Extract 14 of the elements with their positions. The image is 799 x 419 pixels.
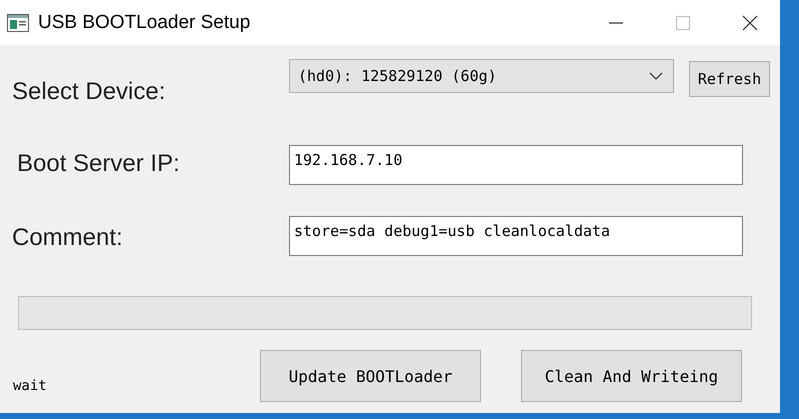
close-icon[interactable] — [742, 14, 758, 30]
caret-icon — [649, 72, 663, 80]
field-label: Boot Server IP: — [17, 149, 181, 178]
input-field[interactable]: 192.168.7.10 — [289, 145, 743, 185]
app-window-icon — [7, 14, 29, 32]
device-dropdown[interactable]: (hd0): 125829120 (60g) — [289, 59, 674, 93]
input-field[interactable]: store=sda debug1=usb cleanlocaldata — [289, 216, 743, 256]
update-button[interactable]: Update BOOTLoader — [260, 350, 481, 402]
clean-write-button[interactable]: Clean And Writeing — [521, 350, 742, 402]
window-title: USB BOOTLoader Setup — [38, 12, 252, 34]
field-label: Select Device: — [12, 77, 166, 106]
field-label: Comment: — [12, 223, 124, 252]
status-text: wait — [13, 378, 48, 394]
refresh-button[interactable]: Refresh — [689, 61, 770, 97]
